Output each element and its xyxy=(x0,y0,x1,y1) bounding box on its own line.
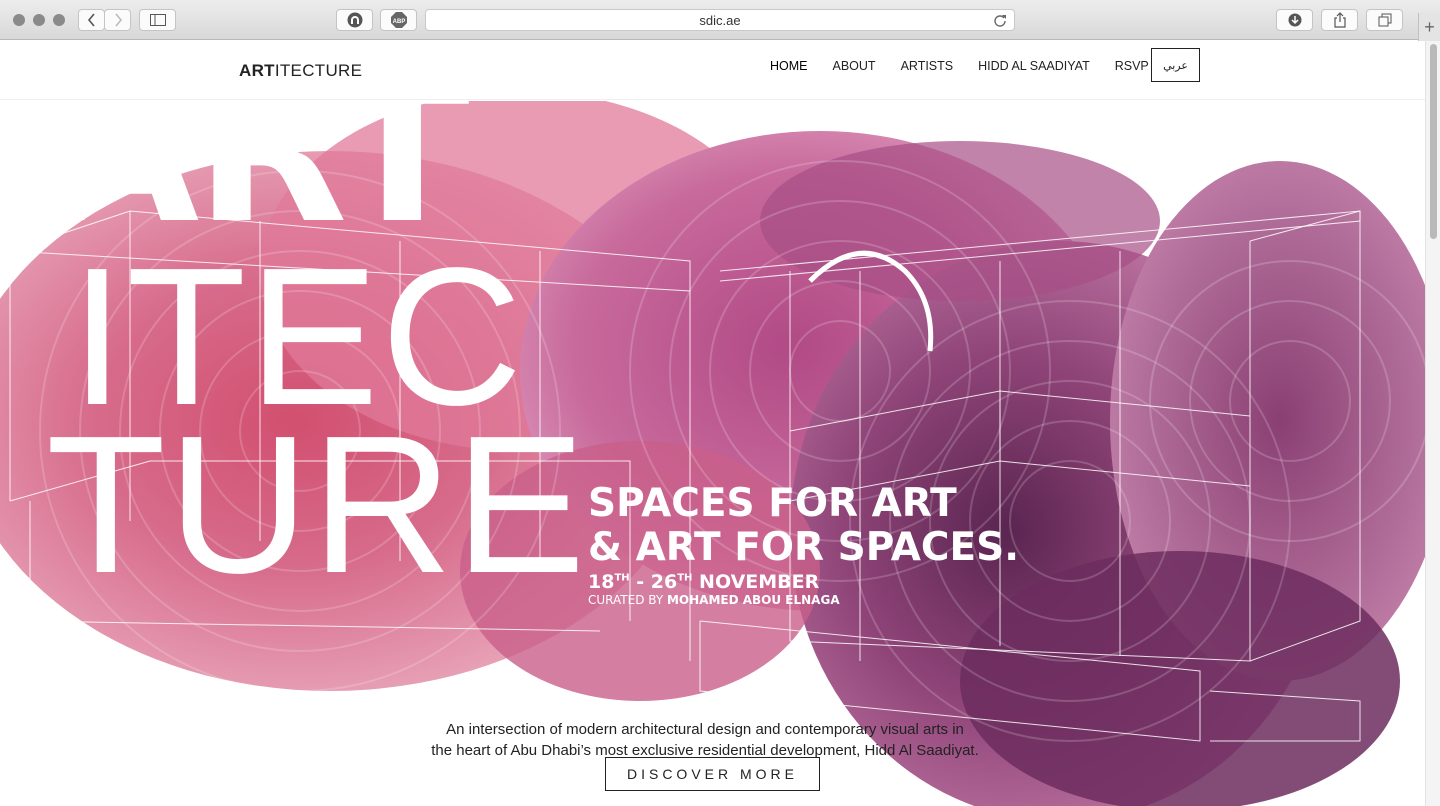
share-icon xyxy=(1333,12,1346,28)
date-month: NOVEMBER xyxy=(692,571,820,593)
hero-tagline-2: & ART FOR SPACES. xyxy=(588,525,1020,570)
nav-home[interactable]: HOME xyxy=(770,59,808,73)
close-window-button[interactable] xyxy=(13,14,25,26)
date-start-suffix: TH xyxy=(614,572,630,584)
url-text: sdic.ae xyxy=(699,12,741,28)
new-tab-button[interactable]: + xyxy=(1418,13,1440,41)
extension-icon xyxy=(347,12,362,28)
main-nav: HOME ABOUT ARTISTS HIDD AL SAADIYAT RSVP xyxy=(770,59,1174,73)
nav-hidd-al-saadiyat[interactable]: HIDD AL SAADIYAT xyxy=(978,59,1090,73)
nav-about[interactable]: ABOUT xyxy=(833,59,876,73)
hero-curator: CURATED BY MOHAMED ABOU ELNAGA xyxy=(588,593,840,607)
adblock-icon: ABP xyxy=(390,12,407,28)
nav-rsvp[interactable]: RSVP xyxy=(1115,59,1149,73)
share-button[interactable] xyxy=(1321,9,1358,31)
forward-button[interactable] xyxy=(104,9,131,31)
adblock-button[interactable]: ABP xyxy=(380,9,417,31)
hero-section: ART ITEC TURE SPACES FOR ART & ART FOR S… xyxy=(0,101,1425,806)
site-header: ARTITECTURE HOME ABOUT ARTISTS HIDD AL S… xyxy=(0,41,1425,100)
date-end: 26 xyxy=(650,571,678,593)
back-icon xyxy=(87,13,95,27)
download-icon xyxy=(1288,13,1301,27)
hero-dates: 18TH - 26TH NOVEMBER xyxy=(588,571,819,593)
extension-button[interactable] xyxy=(336,9,373,31)
reload-icon[interactable] xyxy=(993,13,1007,27)
discover-more-button[interactable]: DISCOVER MORE xyxy=(605,757,820,791)
hero-intro-text: An intersection of modern architectural … xyxy=(420,719,990,761)
sidebar-button[interactable] xyxy=(139,9,176,31)
logo-rest: ITECTURE xyxy=(274,61,363,80)
curator-name: MOHAMED ABOU ELNAGA xyxy=(666,593,840,607)
tabs-overview-button[interactable] xyxy=(1366,9,1403,31)
browser-toolbar: ABP sdic.ae + xyxy=(0,0,1440,41)
curated-prefix: CURATED BY xyxy=(588,593,667,607)
nav-artists[interactable]: ARTISTS xyxy=(901,59,954,73)
date-start: 18 xyxy=(588,571,615,593)
scrollbar-thumb[interactable] xyxy=(1430,44,1437,239)
new-tab-icon: + xyxy=(1424,16,1435,37)
site-logo[interactable]: ARTITECTURE xyxy=(239,61,362,81)
date-separator: - xyxy=(629,571,651,593)
hero-tagline-1: SPACES FOR ART xyxy=(588,481,957,526)
logo-bold: ART xyxy=(239,61,275,80)
page-scrollbar[interactable] xyxy=(1425,41,1440,806)
minimize-window-button[interactable] xyxy=(33,14,45,26)
arabic-language-button[interactable]: عربي xyxy=(1151,48,1200,82)
zoom-window-button[interactable] xyxy=(53,14,65,26)
forward-icon xyxy=(114,13,122,27)
sidebar-icon xyxy=(149,14,166,26)
tabs-icon xyxy=(1378,13,1391,27)
date-end-suffix: TH xyxy=(677,572,693,584)
hero-title-line-3: TURE xyxy=(46,395,588,614)
adblock-label: ABP xyxy=(392,19,405,25)
intro-line-1: An intersection of modern architectural … xyxy=(446,721,964,738)
downloads-button[interactable] xyxy=(1276,9,1313,31)
address-bar[interactable]: sdic.ae xyxy=(425,9,1015,31)
back-button[interactable] xyxy=(78,9,105,31)
